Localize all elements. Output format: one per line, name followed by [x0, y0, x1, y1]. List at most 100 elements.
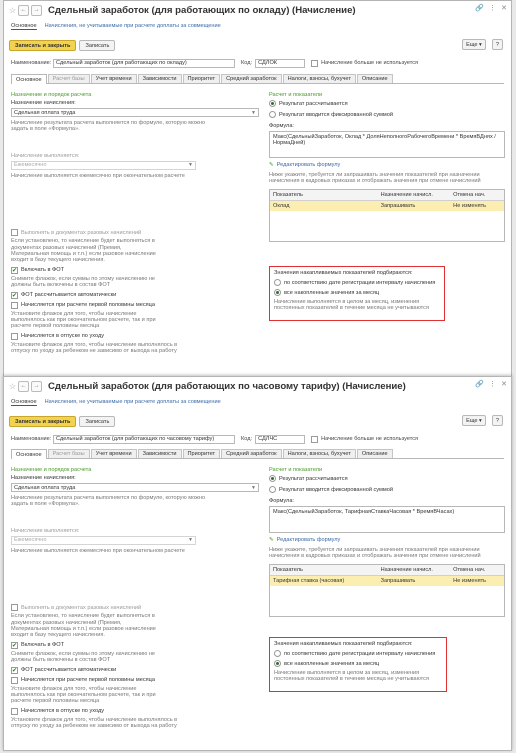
column-header-indicator[interactable]: Показатель — [270, 192, 378, 198]
toolbar: Записать и закрыть Записать Еще ▾ ? — [9, 415, 506, 428]
form-nav: Основное Начисления, не учитываемые при … — [4, 396, 511, 408]
save-button[interactable]: Записать — [79, 416, 116, 427]
link-icon[interactable]: 🔗 — [475, 4, 484, 12]
fot-auto-checkbox[interactable]: ✔ — [11, 666, 18, 674]
table-cell: Тарифная ставка (часовая) — [273, 577, 345, 584]
indicators-table[interactable]: Показатель Назначение начисл. Отмена нач… — [269, 563, 505, 617]
form-nav: Основное Начисления, не учитываемые при … — [4, 20, 511, 32]
fot-auto-row: ✔ ФОТ рассчитывается автоматически — [11, 666, 259, 674]
more-label: Еще — [466, 417, 478, 424]
purpose-value: Сдельная оплата труда — [14, 484, 76, 491]
tab-base-calc[interactable]: Расчет базы — [47, 74, 90, 83]
tab-taxes[interactable]: Налоги, взносы, бухучет — [282, 74, 356, 83]
column-header-assign[interactable]: Назначение начисл. — [378, 192, 451, 198]
forward-arrow-icon[interactable]: → — [31, 4, 42, 16]
column-header-assign[interactable]: Назначение начисл. — [378, 567, 451, 573]
first-half-checkbox[interactable] — [11, 676, 18, 684]
link-icon[interactable]: 🔗 — [475, 380, 484, 388]
one-time-checkbox[interactable] — [11, 604, 18, 612]
tab-dependencies[interactable]: Зависимости — [137, 74, 182, 83]
not-used-checkbox[interactable] — [311, 435, 319, 443]
nav-secondary-link[interactable]: Начисления, не учитываемые при расчете д… — [45, 23, 221, 29]
first-half-row: Начисляется при расчете первой половины … — [11, 301, 259, 309]
code-input[interactable]: СДЛЧС — [255, 434, 306, 444]
include-fot-checkbox[interactable]: ✔ — [11, 266, 18, 274]
edit-formula-link[interactable]: Редактировать формулу — [277, 537, 341, 543]
back-arrow-icon[interactable]: ← — [18, 4, 29, 16]
one-time-label: Выполнять в документах разовых начислени… — [21, 229, 142, 236]
not-used-checkbox[interactable] — [311, 59, 319, 67]
tab-priority[interactable]: Приоритет — [182, 449, 221, 458]
tab-main[interactable]: Основное — [11, 449, 47, 459]
more-icon[interactable]: ⋮ — [489, 380, 496, 388]
radio-fixed[interactable] — [269, 111, 276, 118]
radio-calc[interactable] — [269, 100, 276, 107]
tab-strip: Основное Расчет базы Учет времени Зависи… — [11, 74, 504, 84]
edit-formula-link[interactable]: Редактировать формулу — [277, 162, 341, 168]
nav-main[interactable]: Основное — [11, 23, 37, 30]
name-input[interactable]: Сдельный заработок (для работающих по ок… — [53, 58, 235, 68]
column-header-indicator[interactable]: Показатель — [270, 567, 378, 573]
accum-opt2-row: все накопленные значения за месяц — [274, 289, 440, 296]
radio-calc-row: Результат рассчитывается — [269, 100, 505, 107]
table-row[interactable]: Оклад Запрашивать Не изменять — [270, 200, 504, 211]
favorite-star-icon[interactable]: ☆ — [9, 382, 18, 391]
nav-main[interactable]: Основное — [11, 399, 37, 406]
code-input[interactable]: СДЛОК — [255, 58, 306, 68]
back-arrow-icon[interactable]: ← — [18, 380, 29, 392]
tab-main[interactable]: Основное — [11, 74, 47, 84]
one-time-label: Выполнять в документах разовых начислени… — [21, 604, 142, 611]
performed-select[interactable]: Ежемесячно ▼ — [11, 160, 196, 170]
purpose-select[interactable]: Сдельная оплата труда ▼ — [11, 108, 259, 117]
accum-opt1-radio[interactable] — [274, 650, 281, 657]
forward-arrow-icon[interactable]: → — [31, 380, 42, 392]
close-icon[interactable]: ✕ — [501, 4, 507, 12]
column-header-cancel[interactable]: Отмена нач. — [450, 567, 504, 573]
first-half-checkbox[interactable] — [11, 301, 18, 309]
table-row[interactable]: Тарифная ставка (часовая) Запрашивать Не… — [270, 575, 504, 586]
purpose-value: Сдельная оплата труда — [14, 109, 76, 116]
fot-auto-checkbox[interactable]: ✔ — [11, 291, 18, 299]
tab-description[interactable]: Описание — [356, 74, 393, 83]
accum-opt1-radio[interactable] — [274, 279, 281, 286]
column-header-cancel[interactable]: Отмена нач. — [450, 192, 504, 198]
formula-field[interactable]: Макс(СдельныйЗаработок, Оклад * ДоляНепо… — [269, 131, 505, 158]
child-leave-checkbox[interactable] — [11, 707, 18, 715]
radio-calc[interactable] — [269, 475, 276, 482]
tab-base-calc[interactable]: Расчет базы — [47, 449, 90, 458]
nav-secondary-link[interactable]: Начисления, не учитываемые при расчете д… — [45, 399, 221, 405]
accum-opt2-radio[interactable] — [274, 660, 281, 667]
first-half-label: Начисляется при расчете первой половины … — [21, 302, 156, 309]
tab-description[interactable]: Описание — [356, 449, 393, 458]
one-time-checkbox[interactable] — [11, 229, 18, 237]
formula-field[interactable]: Макс(СдельныйЗаработок, ТарифнаяСтавкаЧа… — [269, 506, 505, 533]
tab-taxes[interactable]: Налоги, взносы, бухучет — [282, 449, 356, 458]
save-close-button[interactable]: Записать и закрыть — [9, 416, 77, 427]
tab-average-earnings[interactable]: Средний заработок — [221, 74, 282, 83]
tab-priority[interactable]: Приоритет — [182, 74, 221, 83]
tab-average-earnings[interactable]: Средний заработок — [221, 449, 282, 458]
help-button[interactable]: ? — [491, 415, 503, 426]
save-close-button[interactable]: Записать и закрыть — [9, 40, 77, 51]
accum-opt2-radio[interactable] — [274, 289, 281, 296]
accum-opt1-label: по соответствию дате регистрации интерва… — [284, 650, 436, 657]
more-icon[interactable]: ⋮ — [489, 4, 496, 12]
close-icon[interactable]: ✕ — [501, 380, 507, 388]
radio-fixed[interactable] — [269, 486, 276, 493]
tab-dependencies[interactable]: Зависимости — [137, 449, 182, 458]
performed-select[interactable]: Ежемесячно ▼ — [11, 535, 196, 545]
tab-time-accounting[interactable]: Учет времени — [90, 74, 137, 83]
more-button[interactable]: Еще ▾ — [462, 39, 486, 50]
include-fot-checkbox[interactable]: ✔ — [11, 641, 18, 649]
more-button[interactable]: Еще ▾ — [462, 415, 486, 426]
help-button[interactable]: ? — [491, 39, 503, 50]
purpose-select[interactable]: Сдельная оплата труда ▼ — [11, 483, 259, 492]
favorite-star-icon[interactable]: ☆ — [9, 6, 18, 15]
indicators-table[interactable]: Показатель Назначение начисл. Отмена нач… — [269, 188, 505, 242]
tab-time-accounting[interactable]: Учет времени — [90, 449, 137, 458]
save-button[interactable]: Записать — [79, 40, 116, 51]
dropdown-arrow-icon: ▼ — [251, 484, 256, 491]
name-input[interactable]: Сдельный заработок (для работающих по ча… — [53, 434, 235, 444]
window-salary-piecework: ☆ ← → Сдельный заработок (для работающих… — [3, 0, 512, 378]
child-leave-checkbox[interactable] — [11, 332, 18, 340]
